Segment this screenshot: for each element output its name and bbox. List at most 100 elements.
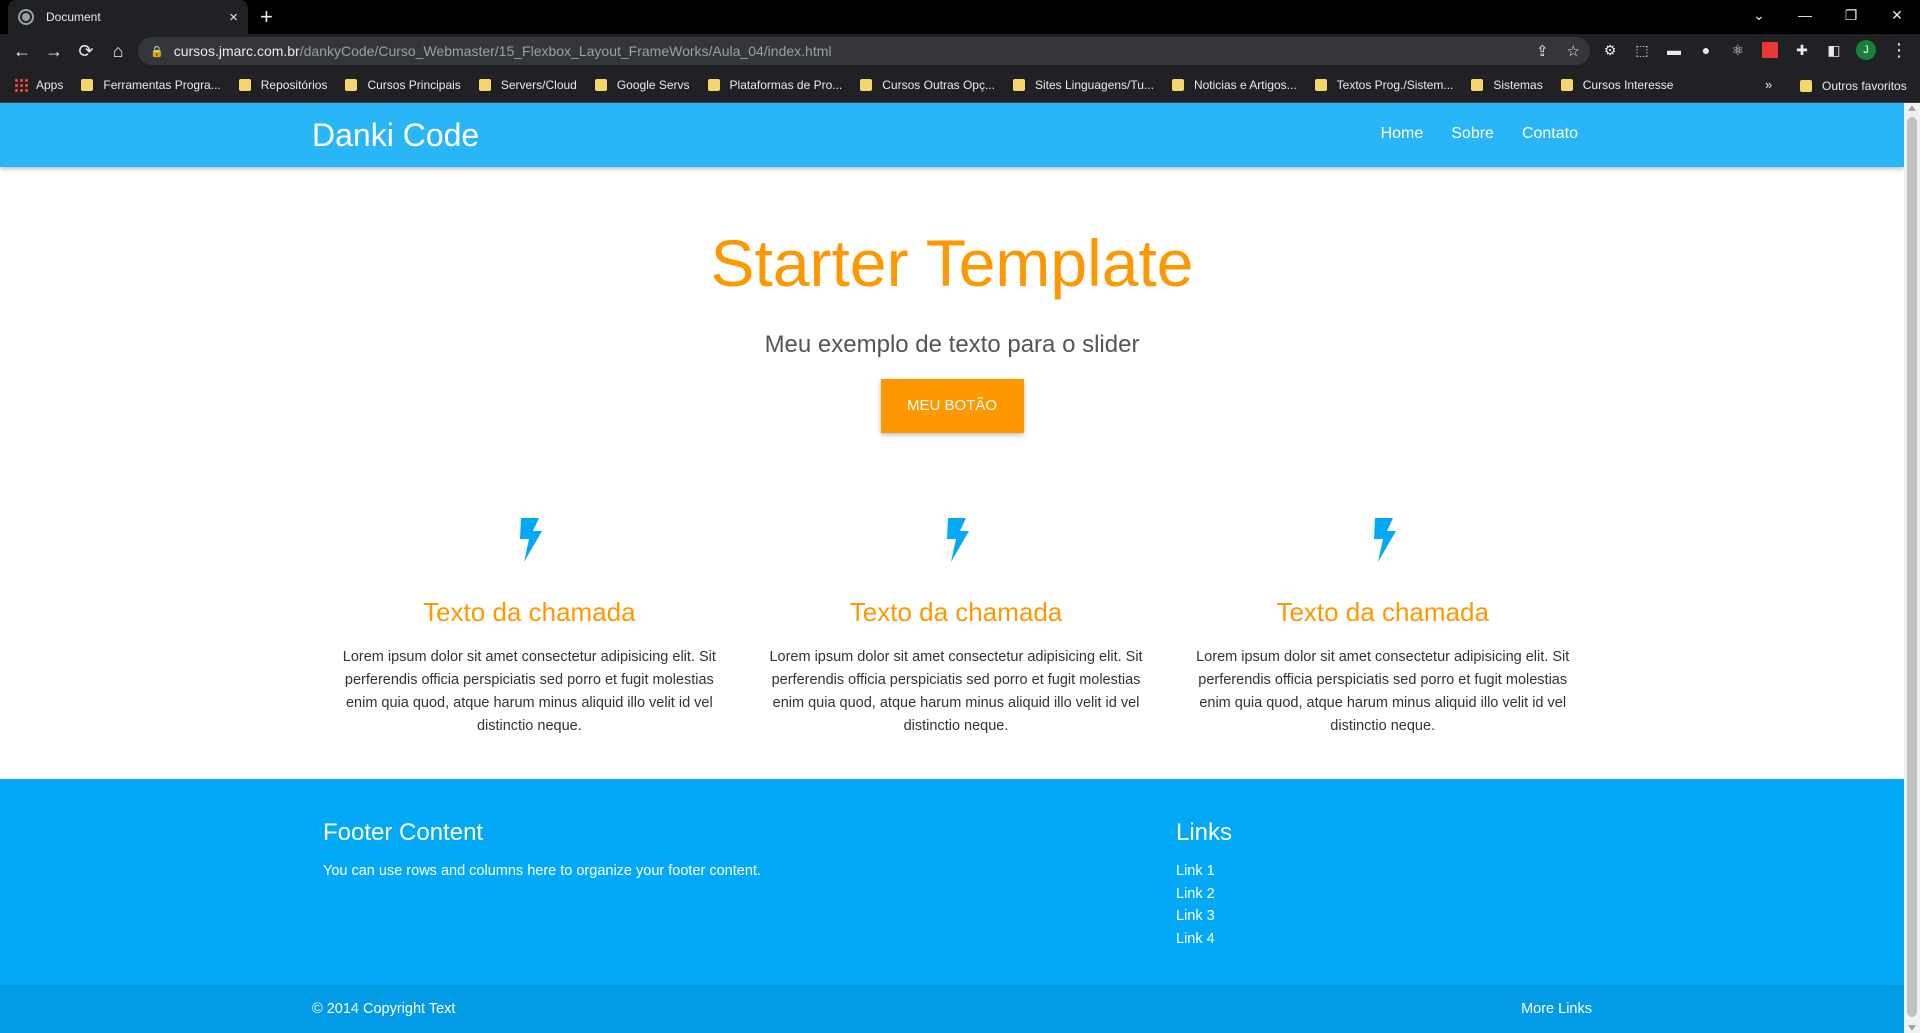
bookmarks-bar: Apps Ferramentas Progra... Repositórios … <box>0 68 1920 103</box>
profile-avatar[interactable]: J <box>1856 40 1876 60</box>
home-icon[interactable]: ⌂ <box>102 37 134 65</box>
folder-icon <box>1800 79 1812 92</box>
folder-icon <box>478 79 491 91</box>
bookmark-folder[interactable]: Google Servs <box>594 78 690 92</box>
scroll-down-icon[interactable] <box>1908 1025 1916 1031</box>
url-host: cursos.jmarc.com.br <box>173 43 300 59</box>
bookmark-folder[interactable]: Repositórios <box>238 78 327 92</box>
page-footer: Footer Content You can use rows and colu… <box>0 779 1904 1033</box>
folder-icon <box>707 79 720 91</box>
bookmark-folder[interactable]: Cursos Interesse <box>1560 78 1673 92</box>
feature-card: Texto da chamada Lorem ipsum dolor sit a… <box>316 518 743 738</box>
url-path: /dankyCode/Curso_Webmaster/15_Flexbox_La… <box>299 43 832 59</box>
folder-icon <box>1012 79 1025 91</box>
close-tab-icon[interactable]: × <box>229 9 238 26</box>
back-icon[interactable]: ← <box>6 37 38 65</box>
bookmark-folder[interactable]: Servers/Cloud <box>478 78 577 92</box>
feature-title: Texto da chamada <box>423 597 636 627</box>
feature-card: Texto da chamada Lorem ipsum dolor sit a… <box>743 518 1170 738</box>
more-links-link[interactable]: More Links <box>1521 1001 1592 1017</box>
bookmark-star-icon[interactable]: ☆ <box>1567 42 1580 60</box>
other-bookmarks[interactable]: Outros favoritos <box>1800 68 1907 103</box>
copyright-text: © 2014 Copyright Text <box>312 1001 456 1017</box>
extensions-area: ⚙ ⬚ ▬ ● ⚛ ✚ ◧ J <box>1600 40 1876 60</box>
browser-tab[interactable]: Document × <box>8 0 248 34</box>
bookmark-folder[interactable]: Textos Prog./Sistem... <box>1314 78 1453 92</box>
feature-title: Texto da chamada <box>1276 597 1489 627</box>
nav-link-contato[interactable]: Contato <box>1522 125 1578 143</box>
browser-toolbar: ← → ⟳ ⌂ 🔒 cursos.jmarc.com.br /dankyCode… <box>0 34 1920 68</box>
bookmark-folder[interactable]: Sites Linguagens/Tu... <box>1012 78 1154 92</box>
hero-button[interactable]: MEU BOTÃO <box>880 379 1024 433</box>
nav-link-home[interactable]: Home <box>1381 125 1424 143</box>
puzzle-extensions-icon[interactable]: ✚ <box>1792 40 1812 60</box>
hero-section: Starter Template Meu exemplo de texto pa… <box>0 167 1904 433</box>
share-icon[interactable]: ⇪ <box>1536 42 1549 60</box>
red-extension-icon[interactable] <box>1760 40 1780 60</box>
bolt-icon <box>947 518 969 562</box>
browser-menu-icon[interactable]: ⋮ <box>1890 40 1908 61</box>
tab-strip: Document × + ⌄ — ❐ ✕ <box>0 0 1920 34</box>
more-bookmarks-icon[interactable]: » <box>1765 77 1772 92</box>
features-row: Texto da chamada Lorem ipsum dolor sit a… <box>316 518 1596 738</box>
feature-text: Lorem ipsum dolor sit amet consectetur a… <box>1196 649 1570 734</box>
footer-link[interactable]: Link 2 <box>1176 883 1232 906</box>
footer-content: Footer Content You can use rows and colu… <box>323 819 761 879</box>
folder-icon <box>1171 79 1184 91</box>
bookmark-apps[interactable]: Apps <box>14 78 63 92</box>
page-scrollbar[interactable] <box>1904 103 1920 1033</box>
navbar: Danki Code Home Sobre Contato <box>0 103 1904 167</box>
new-tab-button[interactable]: + <box>260 5 273 29</box>
minimize-icon[interactable]: — <box>1782 0 1828 30</box>
footer-link[interactable]: Link 3 <box>1176 905 1232 928</box>
bookmark-folder[interactable]: Ferramentas Progra... <box>81 78 221 92</box>
restore-icon[interactable]: ❐ <box>1828 0 1874 30</box>
folder-icon <box>1471 79 1484 91</box>
feature-card: Texto da chamada Lorem ipsum dolor sit a… <box>1169 518 1596 738</box>
bolt-icon <box>520 518 543 562</box>
scroll-up-icon[interactable] <box>1908 105 1916 111</box>
side-panel-icon[interactable]: ◧ <box>1824 40 1844 60</box>
folder-icon <box>345 79 358 91</box>
feature-text: Lorem ipsum dolor sit amet consectetur a… <box>342 649 716 734</box>
bookmark-folder[interactable]: Noticias e Artigos... <box>1171 78 1297 92</box>
folder-icon <box>1314 79 1327 91</box>
reload-icon[interactable]: ⟳ <box>70 37 102 65</box>
lock-icon[interactable]: 🔒 <box>150 45 164 58</box>
scrollbar-thumb[interactable] <box>1907 117 1917 1017</box>
nav-link-sobre[interactable]: Sobre <box>1451 125 1494 143</box>
footer-links: Links Link 1 Link 2 Link 3 Link 4 <box>1176 819 1232 950</box>
feature-text: Lorem ipsum dolor sit amet consectetur a… <box>769 649 1143 734</box>
folder-icon <box>860 79 873 91</box>
address-bar[interactable]: 🔒 cursos.jmarc.com.br /dankyCode/Curso_W… <box>138 37 1590 65</box>
folder-icon <box>238 79 251 91</box>
tab-search-icon[interactable]: ⌄ <box>1736 0 1782 30</box>
footer-link[interactable]: Link 1 <box>1176 860 1232 883</box>
react-extension-icon[interactable]: ⚛ <box>1728 40 1748 60</box>
browser-chrome: Document × + ⌄ — ❐ ✕ ← → ⟳ ⌂ 🔒 cursos.jm… <box>0 0 1920 103</box>
circle-extension-icon[interactable]: ● <box>1696 40 1716 60</box>
bolt-icon <box>1373 518 1396 562</box>
footer-copyright-bar: © 2014 Copyright Text More Links <box>0 985 1904 1033</box>
bookmark-folder[interactable]: Cursos Principais <box>345 78 461 92</box>
gear-extension-icon[interactable]: ⚙ <box>1600 40 1620 60</box>
hero-subtitle: Meu exemplo de texto para o slider <box>764 331 1140 358</box>
screenshot-extension-icon[interactable]: ⬚ <box>1632 40 1652 60</box>
bookmark-folder[interactable]: Cursos Outras Opç... <box>860 78 995 92</box>
footer-content-text: You can use rows and columns here to org… <box>323 863 761 879</box>
footer-links-title: Links <box>1176 819 1233 846</box>
nav-links: Home Sobre Contato <box>1381 125 1578 143</box>
forward-icon[interactable]: → <box>38 37 70 65</box>
folder-icon <box>81 79 94 91</box>
screen-extension-icon[interactable]: ▬ <box>1664 40 1684 60</box>
bookmark-folder[interactable]: Plataformas de Pro... <box>707 78 842 92</box>
tab-title: Document <box>46 10 101 24</box>
footer-content-title: Footer Content <box>323 819 484 846</box>
footer-link[interactable]: Link 4 <box>1176 928 1232 951</box>
globe-icon <box>18 9 34 25</box>
apps-grid-icon <box>14 78 28 92</box>
close-window-icon[interactable]: ✕ <box>1874 0 1920 30</box>
bookmark-folder[interactable]: Sistemas <box>1471 78 1543 92</box>
brand-logo[interactable]: Danki Code <box>312 117 479 154</box>
hero-title: Starter Template <box>710 226 1194 300</box>
